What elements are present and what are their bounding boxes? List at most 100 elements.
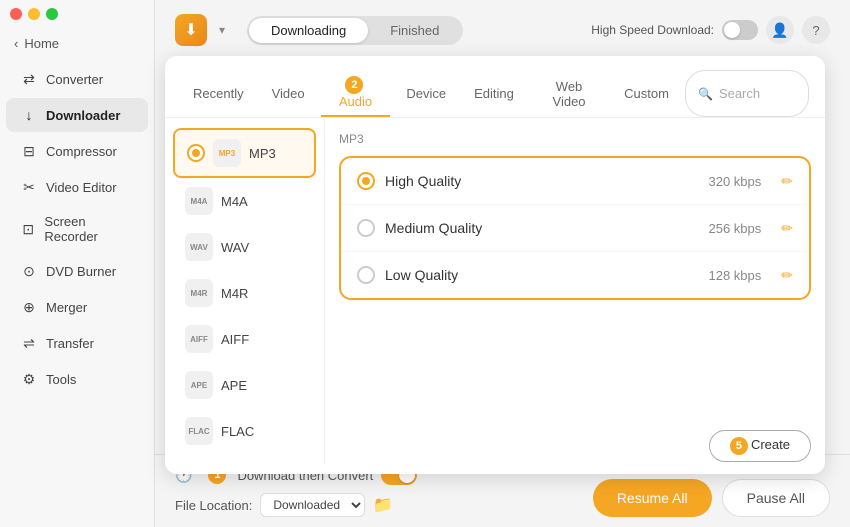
sidebar-item-label: Merger — [46, 300, 87, 315]
home-icon: ‹ — [14, 36, 18, 51]
format-label-wav: WAV — [221, 240, 249, 255]
quality-radio-medium[interactable] — [357, 219, 375, 237]
tab-custom[interactable]: Custom — [612, 70, 681, 117]
converter-icon: ⇄ — [20, 70, 38, 88]
tab-audio[interactable]: 2Audio — [321, 70, 391, 117]
sidebar-item-compressor[interactable]: ⊟ Compressor — [6, 134, 148, 168]
format-label-aiff: AIFF — [221, 332, 249, 347]
sidebar-home[interactable]: ‹ Home — [0, 30, 154, 57]
topbar-icons: High Speed Download: 👤 ? — [591, 16, 830, 44]
format-overlay: Recently Video 2Audio Device Editing Web… — [165, 56, 825, 474]
merger-icon: ⊕ — [20, 298, 38, 316]
dvd-burner-icon: ⊙ — [20, 262, 38, 280]
logo-icon: ⬇ — [184, 20, 197, 40]
close-button[interactable] — [10, 8, 22, 20]
help-icon[interactable]: ? — [802, 16, 830, 44]
aiff-icon: AIFF — [185, 325, 213, 353]
format-list: MP3 MP3 M4A M4A WAV WAV — [165, 118, 325, 464]
folder-icon[interactable]: 📁 — [373, 495, 393, 515]
format-item-mp3[interactable]: MP3 MP3 — [173, 128, 316, 178]
m4a-icon: M4A — [185, 187, 213, 215]
sidebar-item-tools[interactable]: ⚙ Tools — [6, 362, 148, 396]
format-item-m4a[interactable]: M4A M4A — [173, 178, 316, 224]
sidebar-item-downloader[interactable]: ↓ Downloader — [6, 98, 148, 132]
pause-all-button[interactable]: Pause All — [722, 479, 830, 517]
quality-edit-medium[interactable]: ✏ — [781, 220, 793, 237]
quality-label-low: Low Quality — [385, 267, 699, 283]
format-label-m4r: M4R — [221, 286, 248, 301]
sidebar-item-video-editor[interactable]: ✂ Video Editor — [6, 170, 148, 204]
quality-radio-high[interactable] — [357, 172, 375, 190]
format-label-mp3: MP3 — [249, 146, 276, 161]
home-label: Home — [24, 36, 59, 51]
format-item-ape[interactable]: APE APE — [173, 362, 316, 408]
quality-edit-low[interactable]: ✏ — [781, 267, 793, 284]
sidebar-item-label: Converter — [46, 72, 103, 87]
content-area: Recently Video 2Audio Device Editing Web… — [155, 56, 850, 454]
app-logo: ⬇ — [175, 14, 207, 46]
m4r-icon: M4R — [185, 279, 213, 307]
format-body: MP3 MP3 M4A M4A WAV WAV — [165, 118, 825, 464]
file-location-select[interactable]: Downloaded — [260, 493, 365, 517]
format-tabs: Recently Video 2Audio Device Editing Web… — [165, 56, 825, 118]
sidebar-item-label: Compressor — [46, 144, 117, 159]
flac-icon: FLAC — [185, 417, 213, 445]
search-icon: 🔍 — [698, 87, 713, 101]
tab-recently[interactable]: Recently — [181, 70, 256, 117]
quality-label-high: High Quality — [385, 173, 699, 189]
sidebar-item-screen-recorder[interactable]: ⊡ Screen Recorder — [6, 206, 148, 252]
quality-item-medium[interactable]: Medium Quality 256 kbps ✏ — [341, 205, 809, 252]
minimize-button[interactable] — [28, 8, 40, 20]
format-item-flac[interactable]: FLAC FLAC — [173, 408, 316, 454]
quality-options: High Quality 320 kbps ✏ Medium Quality 2… — [339, 156, 811, 300]
quality-item-high[interactable]: High Quality 320 kbps ✏ — [341, 158, 809, 205]
quality-label-medium: Medium Quality — [385, 220, 699, 236]
tab-finished[interactable]: Finished — [368, 18, 461, 43]
tab-editing[interactable]: Editing — [462, 70, 526, 117]
sidebar-item-label: DVD Burner — [46, 264, 116, 279]
format-label-ape: APE — [221, 378, 247, 393]
search-placeholder: Search — [719, 86, 760, 101]
sidebar-item-transfer[interactable]: ⇌ Transfer — [6, 326, 148, 360]
audio-badge: 2 — [345, 76, 363, 94]
quality-edit-high[interactable]: ✏ — [781, 173, 793, 190]
high-speed-toggle[interactable] — [722, 20, 758, 40]
format-item-aiff[interactable]: AIFF AIFF — [173, 316, 316, 362]
high-speed-label: High Speed Download: — [591, 23, 714, 37]
sidebar-item-converter[interactable]: ⇄ Converter — [6, 62, 148, 96]
mp3-radio[interactable] — [187, 144, 205, 162]
ape-icon: APE — [185, 371, 213, 399]
resume-all-button[interactable]: Resume All — [593, 479, 712, 517]
mp3-icon: MP3 — [213, 139, 241, 167]
compressor-icon: ⊟ — [20, 142, 38, 160]
topbar: ⬇ ▾ Downloading Finished High Speed Down… — [155, 0, 850, 56]
logo-chevron[interactable]: ▾ — [219, 23, 225, 37]
transfer-icon: ⇌ — [20, 334, 38, 352]
tab-downloading[interactable]: Downloading — [249, 18, 368, 43]
user-icon[interactable]: 👤 — [766, 16, 794, 44]
tools-icon: ⚙ — [20, 370, 38, 388]
tab-device[interactable]: Device — [394, 70, 458, 117]
sidebar: ‹ Home ⇄ Converter ↓ Downloader ⊟ Compre… — [0, 0, 155, 527]
sidebar-item-label: Video Editor — [46, 180, 117, 195]
action-buttons: Resume All Pause All — [593, 479, 830, 517]
quality-item-low[interactable]: Low Quality 128 kbps ✏ — [341, 252, 809, 298]
sidebar-item-label: Tools — [46, 372, 76, 387]
sidebar-item-dvd-burner[interactable]: ⊙ DVD Burner — [6, 254, 148, 288]
selected-format-label: MP3 — [339, 132, 811, 146]
file-location-label: File Location: — [175, 498, 252, 513]
sidebar-item-merger[interactable]: ⊕ Merger — [6, 290, 148, 324]
screen-recorder-icon: ⊡ — [20, 220, 36, 238]
sidebar-item-label: Screen Recorder — [44, 214, 134, 244]
create-button[interactable]: 5Create — [709, 430, 811, 462]
quality-radio-low[interactable] — [357, 266, 375, 284]
maximize-button[interactable] — [46, 8, 58, 20]
search-box[interactable]: 🔍 Search — [685, 70, 809, 117]
format-item-wav[interactable]: WAV WAV — [173, 224, 316, 270]
tab-web-video[interactable]: Web Video — [530, 70, 608, 117]
format-item-m4r[interactable]: M4R M4R — [173, 270, 316, 316]
wav-icon: WAV — [185, 233, 213, 261]
tab-video[interactable]: Video — [260, 70, 317, 117]
sidebar-item-label: Transfer — [46, 336, 94, 351]
main-content: ⬇ ▾ Downloading Finished High Speed Down… — [155, 0, 850, 527]
